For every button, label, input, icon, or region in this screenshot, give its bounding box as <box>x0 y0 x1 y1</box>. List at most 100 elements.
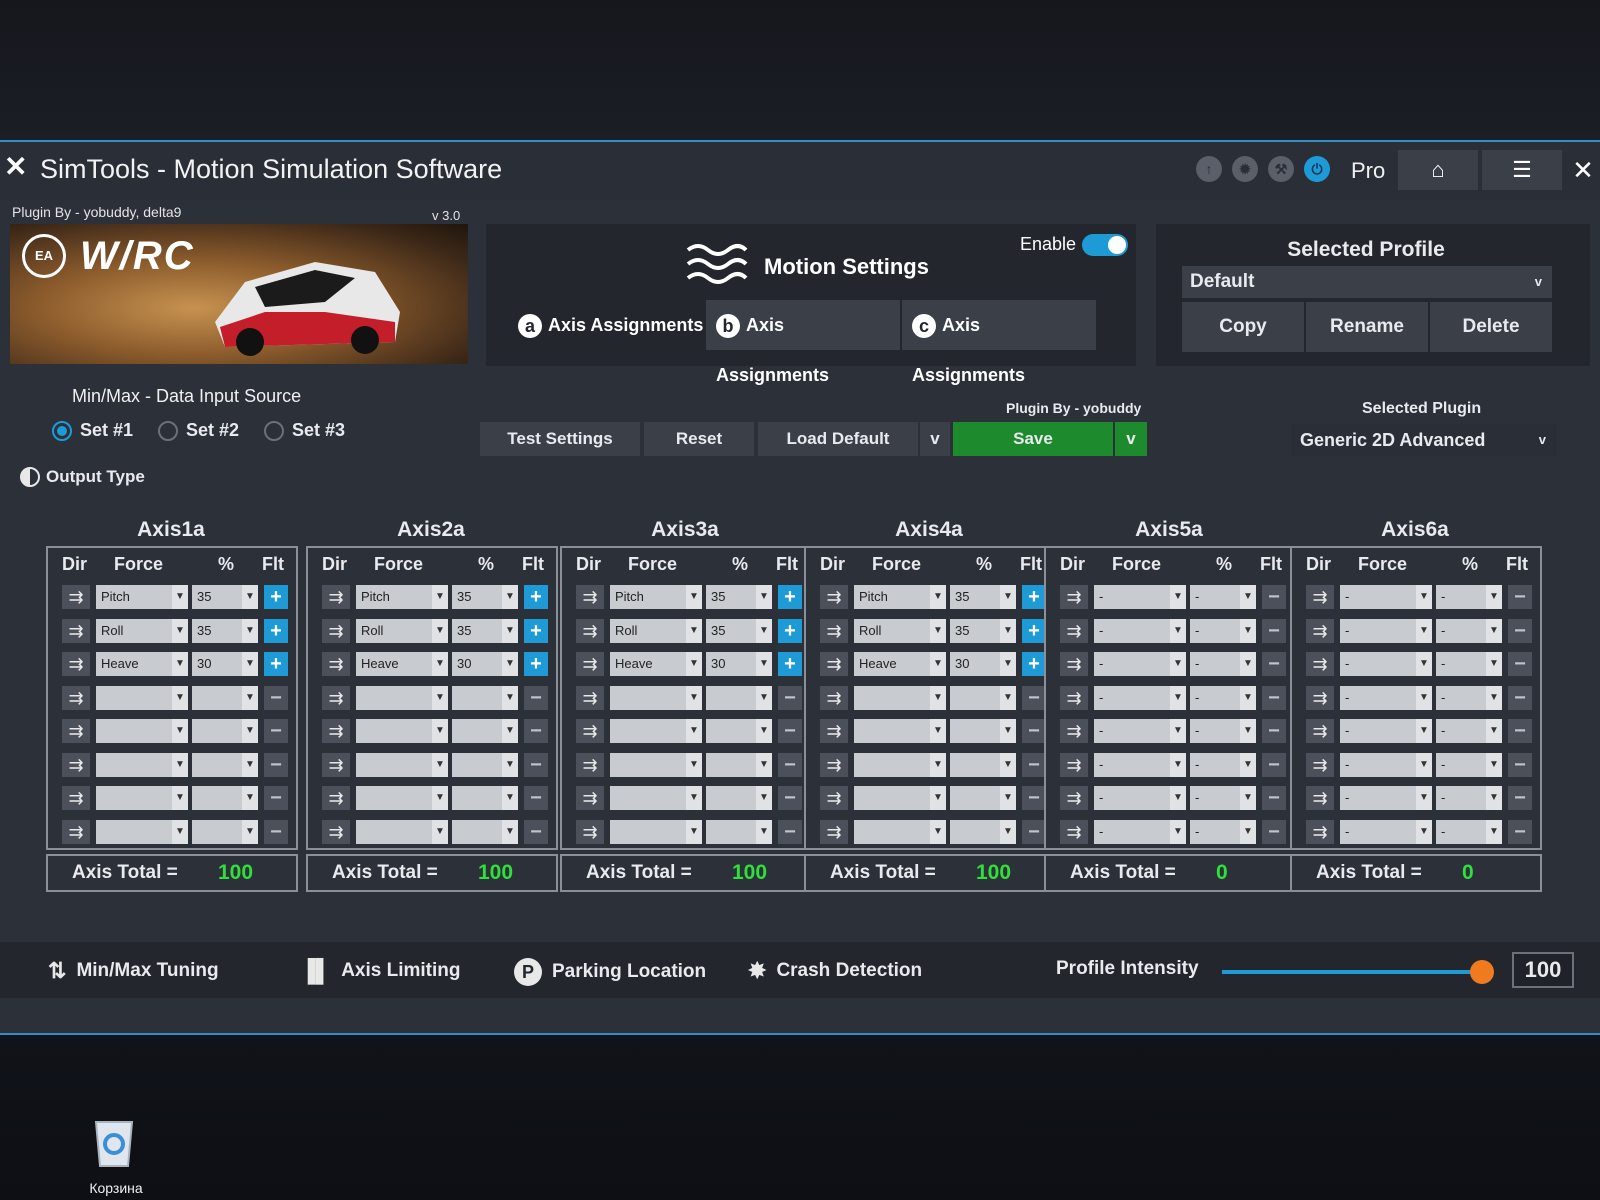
direction-arrows-icon[interactable]: ⇉ <box>1060 819 1088 844</box>
filter-add-icon[interactable]: + <box>778 618 802 643</box>
percent-select[interactable]: ▼ <box>950 719 1016 743</box>
direction-arrows-icon[interactable]: ⇉ <box>576 585 604 609</box>
power-icon[interactable]: ⏻ <box>1304 156 1330 182</box>
intensity-slider-handle[interactable] <box>1470 960 1494 984</box>
direction-arrows-icon[interactable]: ⇉ <box>322 719 350 743</box>
direction-arrows-icon[interactable]: ⇉ <box>820 585 848 609</box>
percent-select[interactable]: 30 ▼ <box>452 652 518 676</box>
axis-limiting-button[interactable]: ▐▌ Axis Limiting <box>300 958 460 984</box>
force-select[interactable]: ▼ <box>610 786 702 810</box>
percent-select[interactable]: ▼ <box>452 819 518 844</box>
tools-icon[interactable]: ⚒ <box>1268 156 1294 182</box>
direction-arrows-icon[interactable]: ⇉ <box>576 786 604 810</box>
direction-arrows-icon[interactable]: ⇉ <box>820 685 848 710</box>
percent-select[interactable]: - ▼ <box>1436 652 1502 676</box>
filter-empty-icon[interactable]: − <box>524 685 548 710</box>
direction-arrows-icon[interactable]: ⇉ <box>820 618 848 643</box>
direction-arrows-icon[interactable]: ⇉ <box>576 685 604 710</box>
filter-empty-icon[interactable]: − <box>524 752 548 777</box>
percent-select[interactable]: 30 ▼ <box>192 652 258 676</box>
filter-empty-icon[interactable]: − <box>778 786 802 810</box>
filter-empty-icon[interactable]: − <box>1022 819 1046 844</box>
percent-select[interactable]: ▼ <box>452 786 518 810</box>
direction-arrows-icon[interactable]: ⇉ <box>1306 819 1334 844</box>
force-select[interactable]: - ▼ <box>1340 719 1432 743</box>
filter-empty-icon[interactable]: − <box>1022 685 1046 710</box>
radio-set-3[interactable]: Set #3 <box>264 420 345 441</box>
force-select[interactable]: ▼ <box>854 685 946 710</box>
direction-arrows-icon[interactable]: ⇉ <box>1060 585 1088 609</box>
direction-arrows-icon[interactable]: ⇉ <box>1306 618 1334 643</box>
filter-add-icon[interactable]: + <box>524 652 548 676</box>
filter-empty-icon[interactable]: − <box>264 719 288 743</box>
settings-cog-icon[interactable]: ✹ <box>1232 156 1258 182</box>
filter-empty-icon[interactable]: − <box>1508 685 1532 710</box>
percent-select[interactable]: 35 ▼ <box>192 585 258 609</box>
filter-empty-icon[interactable]: − <box>1262 719 1286 743</box>
direction-arrows-icon[interactable]: ⇉ <box>62 819 90 844</box>
percent-select[interactable]: ▼ <box>706 786 772 810</box>
force-select[interactable]: - ▼ <box>1094 719 1186 743</box>
force-select[interactable]: ▼ <box>854 719 946 743</box>
force-select[interactable]: - ▼ <box>1340 685 1432 710</box>
filter-add-icon[interactable]: + <box>1022 618 1046 643</box>
direction-arrows-icon[interactable]: ⇉ <box>1060 618 1088 643</box>
direction-arrows-icon[interactable]: ⇉ <box>820 819 848 844</box>
force-select[interactable]: ▼ <box>854 819 946 844</box>
direction-arrows-icon[interactable]: ⇉ <box>820 752 848 777</box>
filter-empty-icon[interactable]: − <box>1508 752 1532 777</box>
reset-button[interactable]: Reset <box>644 422 754 456</box>
filter-empty-icon[interactable]: − <box>778 685 802 710</box>
save-dropdown[interactable]: v <box>1115 422 1147 456</box>
filter-add-icon[interactable]: + <box>264 585 288 609</box>
percent-select[interactable]: - ▼ <box>1190 719 1256 743</box>
direction-arrows-icon[interactable]: ⇉ <box>576 752 604 777</box>
force-select[interactable]: Pitch ▼ <box>854 585 946 609</box>
load-default-button[interactable]: Load Default <box>758 422 918 456</box>
filter-empty-icon[interactable]: − <box>524 719 548 743</box>
filter-empty-icon[interactable]: − <box>1508 618 1532 643</box>
direction-arrows-icon[interactable]: ⇉ <box>1060 752 1088 777</box>
force-select[interactable]: - ▼ <box>1340 585 1432 609</box>
delete-profile-button[interactable]: Delete <box>1430 302 1552 352</box>
percent-select[interactable]: ▼ <box>452 685 518 710</box>
force-select[interactable]: ▼ <box>854 752 946 777</box>
filter-empty-icon[interactable]: − <box>1262 786 1286 810</box>
direction-arrows-icon[interactable]: ⇉ <box>322 786 350 810</box>
tab-axis-assignments-a[interactable]: a Axis Assignments <box>508 300 704 350</box>
percent-select[interactable]: ▼ <box>706 752 772 777</box>
force-select[interactable]: - ▼ <box>1094 786 1186 810</box>
filter-empty-icon[interactable]: − <box>1022 719 1046 743</box>
direction-arrows-icon[interactable]: ⇉ <box>322 618 350 643</box>
force-select[interactable]: Heave ▼ <box>356 652 448 676</box>
percent-select[interactable]: ▼ <box>950 819 1016 844</box>
percent-select[interactable]: 35 ▼ <box>950 618 1016 643</box>
direction-arrows-icon[interactable]: ⇉ <box>62 618 90 643</box>
direction-arrows-icon[interactable]: ⇉ <box>62 719 90 743</box>
direction-arrows-icon[interactable]: ⇉ <box>322 819 350 844</box>
direction-arrows-icon[interactable]: ⇉ <box>62 652 90 676</box>
upload-icon[interactable]: ↑ <box>1196 156 1222 182</box>
force-select[interactable]: ▼ <box>96 786 188 810</box>
filter-empty-icon[interactable]: − <box>1262 819 1286 844</box>
enable-toggle[interactable] <box>1082 234 1128 256</box>
percent-select[interactable]: ▼ <box>192 819 258 844</box>
percent-select[interactable]: - ▼ <box>1190 819 1256 844</box>
percent-select[interactable]: 35 ▼ <box>192 618 258 643</box>
percent-select[interactable]: ▼ <box>706 719 772 743</box>
percent-select[interactable]: - ▼ <box>1436 618 1502 643</box>
percent-select[interactable]: - ▼ <box>1190 585 1256 609</box>
filter-empty-icon[interactable]: − <box>264 752 288 777</box>
force-select[interactable]: - ▼ <box>1340 652 1432 676</box>
force-select[interactable]: Pitch ▼ <box>96 585 188 609</box>
radio-set-2[interactable]: Set #2 <box>158 420 239 441</box>
direction-arrows-icon[interactable]: ⇉ <box>62 752 90 777</box>
direction-arrows-icon[interactable]: ⇉ <box>576 819 604 844</box>
percent-select[interactable]: - ▼ <box>1436 786 1502 810</box>
percent-select[interactable]: ▼ <box>950 752 1016 777</box>
percent-select[interactable]: - ▼ <box>1190 618 1256 643</box>
percent-select[interactable]: ▼ <box>706 819 772 844</box>
direction-arrows-icon[interactable]: ⇉ <box>1306 652 1334 676</box>
force-select[interactable]: - ▼ <box>1094 585 1186 609</box>
profile-select[interactable]: Default v <box>1182 266 1552 298</box>
